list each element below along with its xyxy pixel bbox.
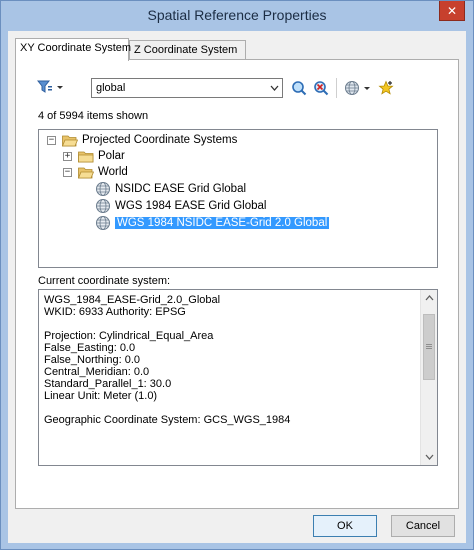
vertical-scrollbar[interactable] [420,290,437,465]
clear-search-icon [314,81,329,96]
tree-item-wgs-1984-ease-grid-global[interactable]: WGS 1984 EASE Grid Global [95,198,266,214]
details-line: Linear Unit: Meter (1.0) [44,390,158,402]
clear-search-button[interactable] [313,78,331,98]
search-input[interactable]: global [91,78,283,98]
tree-node-world[interactable]: − World [63,164,128,180]
details-line: False_Northing: 0.0 [44,354,140,366]
details-line: Standard_Parallel_1: 30.0 [44,378,172,390]
collapse-toggle[interactable]: − [63,167,72,177]
ok-button[interactable]: OK [313,515,377,537]
folder-icon [78,151,94,162]
tree-item-wgs-1984-nsidc-ease-grid-2-global[interactable]: WGS 1984 NSIDC EASE-Grid 2.0 Global [95,215,331,231]
tree-node-polar[interactable]: + Polar [63,148,125,164]
globe-icon [96,216,110,230]
title-bar[interactable]: Spatial Reference Properties ✕ [1,1,473,31]
dialog-body: XY Coordinate System Z Coordinate System… [8,31,466,543]
open-folder-icon [62,135,78,146]
details-line: Geographic Coordinate System: GCS_WGS_19… [44,414,291,426]
search-button[interactable] [291,78,309,98]
chevron-down-icon [364,87,370,90]
add-coordinate-system-button[interactable] [344,78,374,98]
search-value: global [96,82,126,94]
collapse-toggle[interactable]: − [47,135,56,145]
toolbar-separator [336,78,337,98]
details-line: Central_Meridian: 0.0 [44,366,150,378]
globe-icon [96,199,110,213]
details-line: WKID: 6933 Authority: EPSG [44,306,186,318]
scroll-up-button[interactable] [421,290,437,307]
tree-item-nsidc-ease-grid-global[interactable]: NSIDC EASE Grid Global [95,181,246,197]
search-dropdown-arrow[interactable] [268,81,280,95]
cancel-button[interactable]: Cancel [391,515,455,537]
tab-xy-coordinate-system[interactable]: XY Coordinate System [15,38,131,61]
tab-z-coordinate-system[interactable]: Z Coordinate System [129,40,246,60]
chevron-down-icon [57,86,63,89]
globe-icon [345,81,359,95]
tree-node-projected[interactable]: − Projected Coordinate Systems [47,132,237,148]
add-favorite-icon [378,80,394,95]
close-button[interactable]: ✕ [439,1,465,21]
tree-item-label-selected: WGS 1984 NSIDC EASE-Grid 2.0 Global [113,216,331,230]
current-coordinate-system-label: Current coordinate system: [38,275,171,287]
grip-line [426,344,432,345]
details-text: WGS_1984_EASE-Grid_2.0_Global WKID: 6933… [44,294,290,426]
chevron-down-icon [425,454,433,460]
dialog-window: Spatial Reference Properties ✕ XY Coordi… [0,0,474,550]
tree-item-label: NSIDC EASE Grid Global [115,183,247,195]
add-to-favorites-button[interactable] [378,78,396,98]
details-line [44,318,290,330]
tree-node-label: Polar [98,150,125,162]
chevron-up-icon [425,295,433,301]
magnifier-icon [292,81,307,96]
current-coordinate-system-details[interactable]: WGS_1984_EASE-Grid_2.0_Global WKID: 6933… [38,289,438,466]
items-count-text: 4 of 5994 items shown [38,110,149,122]
tree-item-label: WGS 1984 EASE Grid Global [115,200,267,212]
details-line: WGS_1984_EASE-Grid_2.0_Global [44,294,221,306]
grip-line [426,348,432,349]
tree-node-label: World [98,166,128,178]
grip-line [426,346,432,347]
chevron-down-icon [270,85,278,91]
details-line: Projection: Cylindrical_Equal_Area [44,330,214,342]
details-line [44,402,290,414]
window-title: Spatial Reference Properties [147,7,327,23]
open-folder-icon [78,167,94,178]
scroll-thumb[interactable] [423,314,435,380]
filter-icon [37,80,52,93]
xy-tab-panel: global 4 of 5994 items shown − Projected… [15,59,459,509]
filter-button[interactable] [37,77,67,97]
scroll-down-button[interactable] [421,448,437,465]
details-line: False_Easting: 0.0 [44,342,136,354]
expand-toggle[interactable]: + [63,151,72,161]
coordinate-system-tree[interactable]: − Projected Coordinate Systems + Polar −… [38,129,438,268]
tree-node-label: Projected Coordinate Systems [82,134,238,146]
globe-icon [96,182,110,196]
